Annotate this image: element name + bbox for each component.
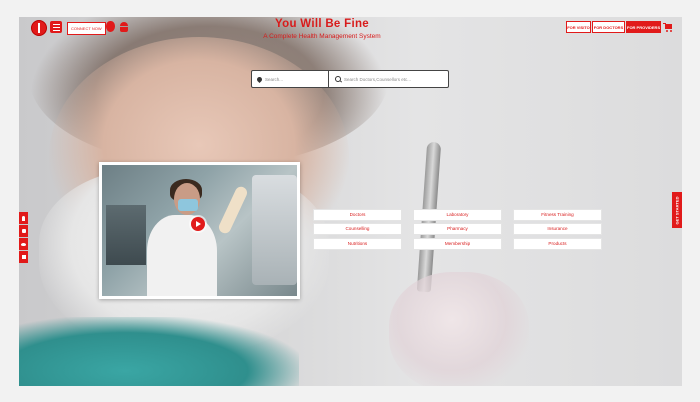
- video-thumbnail: [102, 165, 297, 296]
- video-raised-arm: [216, 184, 250, 236]
- video-equipment: [106, 205, 146, 265]
- category-fitness-training[interactable]: Fitness Training: [513, 209, 602, 221]
- search-input[interactable]: [341, 76, 448, 82]
- category-counselling[interactable]: Counselling: [313, 223, 402, 235]
- apple-icon[interactable]: [106, 21, 115, 32]
- android-icon[interactable]: [119, 22, 129, 32]
- category-nutritions[interactable]: Nutritions: [313, 238, 402, 250]
- hero-photo-scrubs: [19, 317, 299, 386]
- get-started-label: GET STARTED: [674, 196, 680, 224]
- instagram-icon[interactable]: [19, 225, 28, 237]
- play-icon[interactable]: [191, 217, 205, 231]
- search-bar: [251, 70, 449, 88]
- logo-icon[interactable]: [31, 20, 47, 36]
- cart-icon[interactable]: [663, 22, 673, 32]
- video-lab-coat: [147, 215, 217, 296]
- hero-photo-glove: [389, 272, 529, 386]
- video-card[interactable]: [99, 162, 300, 299]
- location-search: [252, 71, 329, 87]
- get-started-tab[interactable]: GET STARTED: [672, 192, 682, 228]
- menu-icon[interactable]: [50, 21, 62, 33]
- twitter-icon[interactable]: [19, 238, 28, 250]
- for-doctors-button[interactable]: FOR DOCTORS: [592, 21, 625, 33]
- category-membership[interactable]: Membership: [413, 238, 502, 250]
- for-visitors-button[interactable]: FOR VISITO: [566, 21, 591, 33]
- category-products[interactable]: Products: [513, 238, 602, 250]
- main-search: [329, 71, 448, 87]
- facebook-icon[interactable]: [19, 212, 28, 224]
- linkedin-icon[interactable]: [19, 251, 28, 263]
- page-subtitle: A Complete Health Management System: [263, 33, 381, 40]
- category-pharmacy[interactable]: Pharmacy: [413, 223, 502, 235]
- category-laboratory[interactable]: Laboratory: [413, 209, 502, 221]
- page-title: You Will Be Fine: [275, 18, 369, 30]
- category-insurance[interactable]: Insurance: [513, 223, 602, 235]
- for-providers-button[interactable]: FOR PROVIDERS: [626, 21, 661, 33]
- connect-now-button[interactable]: CONNECT NOW: [67, 22, 106, 35]
- category-doctors[interactable]: Doctors: [313, 209, 402, 221]
- search-icon: [335, 76, 341, 82]
- location-search-input[interactable]: [262, 76, 328, 82]
- video-mask: [178, 199, 198, 211]
- video-machine: [252, 175, 297, 285]
